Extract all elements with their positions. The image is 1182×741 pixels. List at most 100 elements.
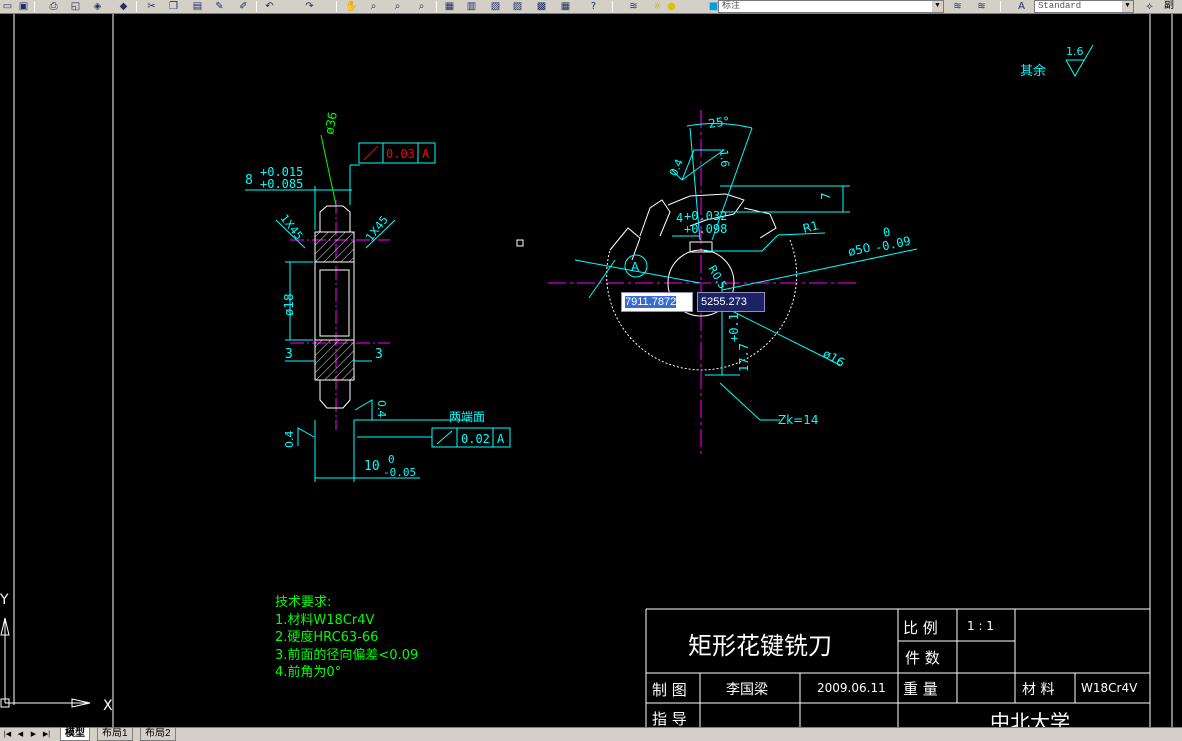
markup-icon[interactable]: ▩ — [534, 0, 549, 13]
drawing-frame — [13, 14, 1173, 727]
dim-r05: R0.5 — [705, 263, 729, 291]
toolbar-separator — [256, 1, 257, 12]
layer-previous-icon[interactable]: ≋ — [974, 0, 989, 13]
roughness-16-front: 1.6 — [717, 149, 731, 168]
dim-17-nominal: 17.7 — [737, 343, 751, 372]
side-view: 0.03 A 0.02 A ø36 8 +0.015 +0.085 1X45 1… — [245, 111, 511, 482]
toolbar-separator — [136, 1, 137, 12]
text-style-combo[interactable]: Standard ▼ — [1034, 0, 1134, 13]
next-tab-icon[interactable]: ▶ — [28, 729, 39, 740]
dim-10-lower: -0.05 — [383, 466, 416, 479]
make-current-icon[interactable]: ≋ — [950, 0, 965, 13]
text-style-icon[interactable]: A — [1014, 0, 1029, 13]
front-view: A 25° 0.4 1.6 7 4 +0.032 +0.098 R1 ø50 0… — [548, 110, 918, 455]
plot-icon[interactable]: ⎙ — [46, 0, 61, 13]
redo-icon[interactable]: ↷ — [302, 0, 317, 13]
previous-tab-icon[interactable]: ◀ — [15, 729, 26, 740]
zoom-previous-icon[interactable]: ⌕ — [414, 0, 429, 13]
zk-label: Zk=14 — [778, 413, 819, 427]
drawing-canvas[interactable]: Y X 其余 1.6 0.03 A 0.02 A ø36 8 +0.015 +0… — [0, 14, 1182, 727]
zoom-realtime-icon[interactable]: ⌕ — [366, 0, 381, 13]
draw-label: 制 图 — [652, 681, 687, 699]
publish-icon[interactable]: ◈ — [90, 0, 105, 13]
dim-width-lower: +0.085 — [260, 177, 303, 191]
tab-model[interactable]: 模型 — [60, 728, 90, 741]
tool-palettes-icon[interactable]: ▧ — [488, 0, 503, 13]
roughness-04-right: 0.4 — [375, 400, 388, 418]
3d-icon[interactable]: ◆ — [116, 0, 131, 13]
text-style-value: Standard — [1038, 1, 1082, 11]
chevron-down-icon[interactable]: ▼ — [932, 1, 943, 12]
save-icon[interactable]: ▣ — [16, 0, 31, 13]
two-faces-label: 两端面 — [449, 410, 485, 424]
scale-label: 比 例 — [903, 619, 938, 637]
roughness-rest-label: 其余 — [1020, 63, 1046, 79]
runout-datum-2: A — [497, 432, 505, 446]
dim-chamfer-left: 1X45 — [278, 212, 306, 242]
toolbar-separator — [34, 1, 35, 12]
material-value: W18Cr4V — [1081, 681, 1138, 695]
dim-dia36: ø36 — [322, 111, 340, 136]
dynamic-input-x[interactable]: 7911.7872 — [621, 292, 693, 312]
dim-17-upper: +0.1 — [727, 313, 741, 342]
tech-requirement-item: 2.硬度HRC63-66 — [275, 629, 378, 645]
weight-label: 重 量 — [903, 680, 938, 698]
dim-dia18: ø18 — [282, 293, 296, 316]
toolbar-separator — [1000, 1, 1001, 12]
dim-key-upper: +0.032 — [684, 209, 727, 223]
new-icon[interactable]: ▭ — [0, 0, 15, 13]
drawer-name: 李国梁 — [726, 682, 768, 698]
cut-icon[interactable]: ✂ — [144, 0, 159, 13]
roughness-rest-value: 1.6 — [1066, 45, 1084, 58]
paste-icon[interactable]: ▤ — [190, 0, 205, 13]
dim-3-right: 3 — [375, 347, 383, 362]
toolbar-separator — [336, 1, 337, 12]
help-icon[interactable]: ? — [586, 0, 601, 13]
layout-tab-bar: |◀ ◀ ▶ ▶| 模型 布局1 布局2 — [0, 727, 1182, 741]
properties-icon[interactable]: ▦ — [442, 0, 457, 13]
sheet-set-icon[interactable]: ▨ — [510, 0, 525, 13]
dim-dia16: ø16 — [821, 346, 848, 369]
tech-requirement-item: 1.材料W18Cr4V — [275, 613, 374, 628]
dim-key-lower: +0.098 — [684, 222, 727, 236]
calculator-icon[interactable]: ▦ — [558, 0, 573, 13]
runout-frame-2: 0.02 A — [431, 427, 511, 448]
design-center-icon[interactable]: ▥ — [464, 0, 479, 13]
dim-dia50-nominal: ø50 — [847, 241, 872, 259]
layer-manager-icon[interactable]: ≋ — [626, 0, 641, 13]
roughness-rest-symbol: 其余 1.6 — [1020, 44, 1094, 79]
match-prop-icon[interactable]: ✎ — [212, 0, 227, 13]
preview-icon[interactable]: ◱ — [68, 0, 83, 13]
dim-10-upper: 0 — [388, 453, 395, 466]
dynamic-input-y[interactable]: 5255.273 — [697, 292, 765, 312]
layer-combo-value: 标注 — [722, 1, 741, 11]
undo-icon[interactable]: ↶ — [262, 0, 277, 13]
zoom-window-icon[interactable]: ⌕ — [390, 0, 405, 13]
title-block — [645, 608, 1150, 727]
tech-requirements-title: 技术要求: — [275, 595, 331, 610]
pan-icon[interactable]: ✋ — [344, 0, 359, 13]
tab-layout1[interactable]: 布局1 — [97, 728, 133, 741]
tech-requirements: 技术要求: 1.材料W18Cr4V 2.硬度HRC63-66 3.前面的径向偏差… — [275, 595, 418, 680]
layer-combo[interactable]: 标注 ▼ — [718, 0, 944, 13]
copy-icon[interactable]: ❐ — [166, 0, 181, 13]
tab-layout2[interactable]: 布局2 — [140, 728, 176, 741]
roughness-symbol-left — [297, 427, 315, 446]
toolbar-separator — [612, 1, 613, 12]
last-tab-icon[interactable]: ▶| — [41, 729, 52, 740]
chevron-down-icon[interactable]: ▼ — [1122, 1, 1133, 12]
ucs-x-label: X — [103, 698, 113, 714]
block-icon[interactable]: ✐ — [236, 0, 251, 13]
runout-value-1: 0.03 — [386, 147, 415, 161]
toolbar: ▭ ▣ ⎙ ◱ ◈ ◆ ✂ ❐ ▤ ✎ ✐ ↶ ↷ ✋ ⌕ ⌕ ⌕ ▦ ▥ ▧ … — [0, 0, 1182, 14]
runout-frame-1: 0.03 A — [358, 142, 436, 164]
first-tab-icon[interactable]: |◀ — [2, 729, 13, 740]
grip-marker[interactable] — [516, 239, 524, 247]
dim-angle-25: 25° — [707, 114, 730, 131]
roughness-04-left: 0.4 — [283, 431, 296, 449]
roughness-04-front: 0.4 — [667, 157, 686, 178]
material-label: 材 料 — [1022, 682, 1054, 698]
part-name: 矩形花键铣刀 — [688, 632, 832, 660]
dim-10-nominal: 10 — [364, 459, 380, 474]
dim-style-icon[interactable]: ⟡ — [1142, 0, 1157, 13]
